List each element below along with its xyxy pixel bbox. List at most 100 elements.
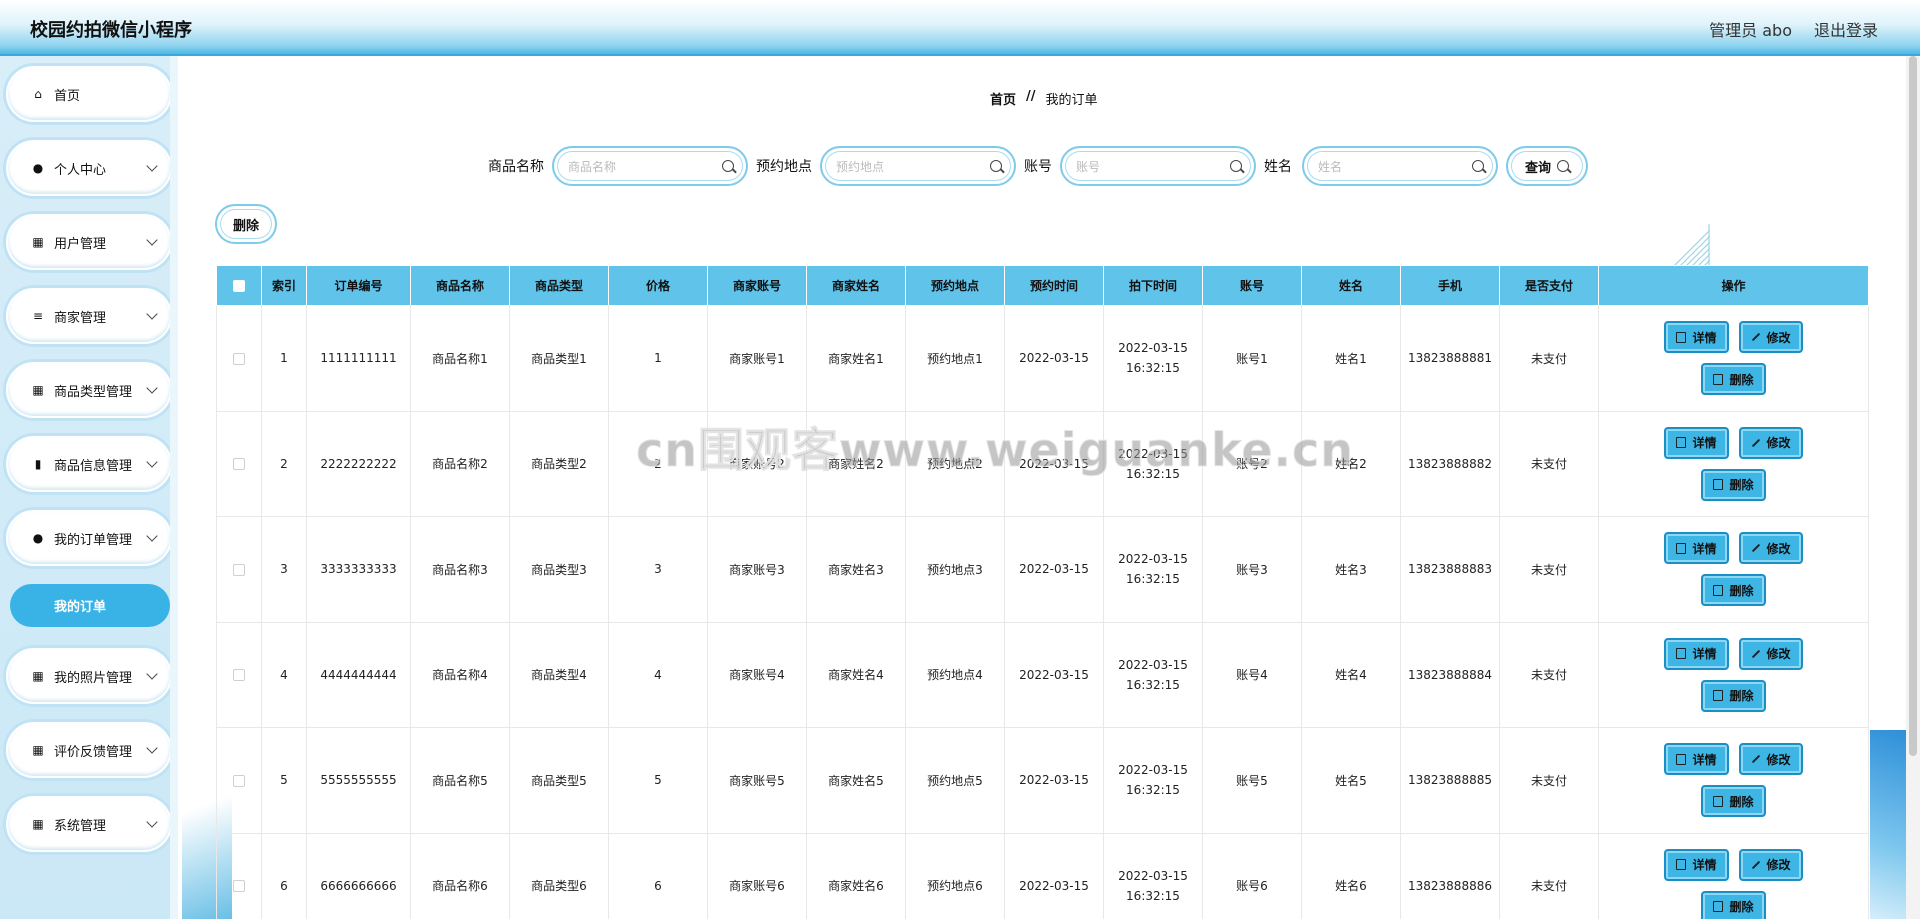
delete-button-label: 删除 <box>1729 900 1754 915</box>
table-row: 4 4444444444 商品名称4 商品类型4 4 商家账号4 商家姓名4 预约地点4 202… <box>216 621 1869 728</box>
sidebar-item-1[interactable]: ● 个人中心 <box>6 140 172 196</box>
edit-button-label: 修改 <box>1766 647 1791 662</box>
detail-button[interactable]: 详情 <box>1664 848 1729 881</box>
detail-button-label: 详情 <box>1692 541 1717 556</box>
document-icon <box>1676 859 1687 871</box>
batch-delete-button[interactable]: 删除 <box>215 204 277 244</box>
trash-icon <box>1713 901 1724 913</box>
sidebar-item-2[interactable]: ▦ 用户管理 <box>6 214 172 270</box>
trash-icon <box>1713 795 1724 807</box>
detail-button[interactable]: 详情 <box>1664 321 1729 354</box>
sidebar-item-3[interactable]: ≡ 商家管理 <box>6 288 172 344</box>
row-checkbox[interactable] <box>233 774 245 787</box>
table-cell: 姓名4 <box>1301 621 1401 728</box>
column-header: 手机 <box>1400 265 1500 306</box>
table-cell: 13823888881 <box>1400 305 1500 412</box>
row-select-cell <box>216 516 262 623</box>
edit-button[interactable]: 修改 <box>1738 426 1803 459</box>
sidebar-divider <box>170 56 178 919</box>
table-cell: 6 <box>261 832 307 919</box>
delete-button[interactable]: 删除 <box>1701 785 1766 818</box>
app-title: 校园约拍微信小程序 <box>30 20 192 41</box>
delete-button[interactable]: 删除 <box>1701 574 1766 607</box>
table-cell: 未支付 <box>1499 727 1599 834</box>
table-cell: 账号5 <box>1202 727 1302 834</box>
breadcrumb-home[interactable]: 首页 <box>990 89 1016 108</box>
sidebar-item-7[interactable]: ▦ 我的照片管理 <box>6 648 172 704</box>
table-cell: 商品名称2 <box>410 410 510 517</box>
row-checkbox[interactable] <box>233 880 245 893</box>
sidebar-item-9[interactable]: ▦ 系统管理 <box>6 796 172 852</box>
sidebar-item-4[interactable]: ▦ 商品类型管理 <box>6 362 172 418</box>
detail-button[interactable]: 详情 <box>1664 532 1729 565</box>
query-button[interactable]: 查询 <box>1506 146 1588 186</box>
table-cell: 姓名2 <box>1301 410 1401 517</box>
grid-icon: ▦ <box>32 669 44 683</box>
edit-button[interactable]: 修改 <box>1738 743 1803 776</box>
location-input[interactable] <box>836 158 986 176</box>
column-header: 姓名 <box>1301 265 1401 306</box>
delete-button-label: 删除 <box>1729 794 1754 809</box>
table-cell: 账号2 <box>1202 410 1302 517</box>
search-box-account <box>1060 146 1256 186</box>
edit-button[interactable]: 修改 <box>1738 321 1803 354</box>
sidebar-item-label: 首页 <box>54 88 81 104</box>
table-cell: 未支付 <box>1499 621 1599 728</box>
table-cell: 商家账号5 <box>707 727 807 834</box>
delete-button[interactable]: 删除 <box>1701 363 1766 396</box>
page-scrollbar[interactable] <box>1906 56 1920 919</box>
column-header: 订单编号 <box>306 265 411 306</box>
detail-button[interactable]: 详情 <box>1664 426 1729 459</box>
table-cell: 2 <box>608 410 708 517</box>
row-actions: 详情 修改删除 <box>1649 532 1819 607</box>
logout-link[interactable]: 退出登录 <box>1814 17 1878 41</box>
table-cell: 5 <box>261 727 307 834</box>
search-label-name: 姓名 <box>1264 159 1292 175</box>
column-header: 预约时间 <box>1004 265 1104 306</box>
sidebar-item-5[interactable]: ▮ 商品信息管理 <box>6 436 172 492</box>
select-all-checkbox[interactable] <box>233 280 245 292</box>
batch-delete-label: 删除 <box>232 218 259 234</box>
delete-button[interactable]: 删除 <box>1701 679 1766 712</box>
table-cell: 商家姓名5 <box>806 727 906 834</box>
table-cell: 2022-03-15 <box>1004 621 1104 728</box>
detail-button-label: 详情 <box>1692 858 1717 873</box>
document-icon <box>1676 648 1687 660</box>
delete-button[interactable]: 删除 <box>1701 468 1766 501</box>
edit-button-label: 修改 <box>1766 330 1791 345</box>
scrollbar-thumb[interactable] <box>1909 56 1917 756</box>
detail-button[interactable]: 详情 <box>1664 743 1729 776</box>
delete-button[interactable]: 删除 <box>1701 890 1766 919</box>
table-cell: 2 <box>261 410 307 517</box>
edit-button[interactable]: 修改 <box>1738 532 1803 565</box>
sidebar-item-8[interactable]: ▦ 评价反馈管理 <box>6 722 172 778</box>
edit-button[interactable]: 修改 <box>1738 848 1803 881</box>
chevron-down-icon <box>146 530 158 542</box>
query-button-label: 查询 <box>1524 160 1551 176</box>
sidebar: ⌂ 首页 ● 个人中心 ▦ 用户管理 ≡ 商家管理 ▦ 商品类型管理 ▮ 商品信息管理 ● 我的订单管理 ▦… <box>0 56 178 919</box>
sidebar-item-6[interactable]: ● 我的订单管理 <box>6 510 172 566</box>
row-checkbox[interactable] <box>233 458 245 471</box>
table-cell: 预约地点5 <box>905 727 1005 834</box>
column-header: 商家姓名 <box>806 265 906 306</box>
chevron-down-icon <box>146 234 158 246</box>
table-cell: 账号1 <box>1202 305 1302 412</box>
row-checkbox[interactable] <box>233 352 245 365</box>
product-name-input[interactable] <box>568 158 718 176</box>
detail-button[interactable]: 详情 <box>1664 637 1729 670</box>
sidebar-item-label: 商品类型管理 <box>54 384 133 400</box>
table-cell: 姓名5 <box>1301 727 1401 834</box>
row-checkbox[interactable] <box>233 669 245 682</box>
sidebar-subitem-my-orders[interactable]: 我的订单 <box>10 584 170 627</box>
pencil-icon <box>1751 860 1760 869</box>
account-input[interactable] <box>1076 158 1226 176</box>
sidebar-item-0[interactable]: ⌂ 首页 <box>6 66 172 122</box>
delete-button-label: 删除 <box>1729 689 1754 704</box>
name-input[interactable] <box>1318 158 1468 176</box>
table-cell: 商品名称6 <box>410 832 510 919</box>
edit-button[interactable]: 修改 <box>1738 637 1803 670</box>
table-cell: 商品类型4 <box>509 621 609 728</box>
document-icon <box>1676 753 1687 765</box>
row-select-cell <box>216 832 262 919</box>
row-checkbox[interactable] <box>233 563 245 576</box>
